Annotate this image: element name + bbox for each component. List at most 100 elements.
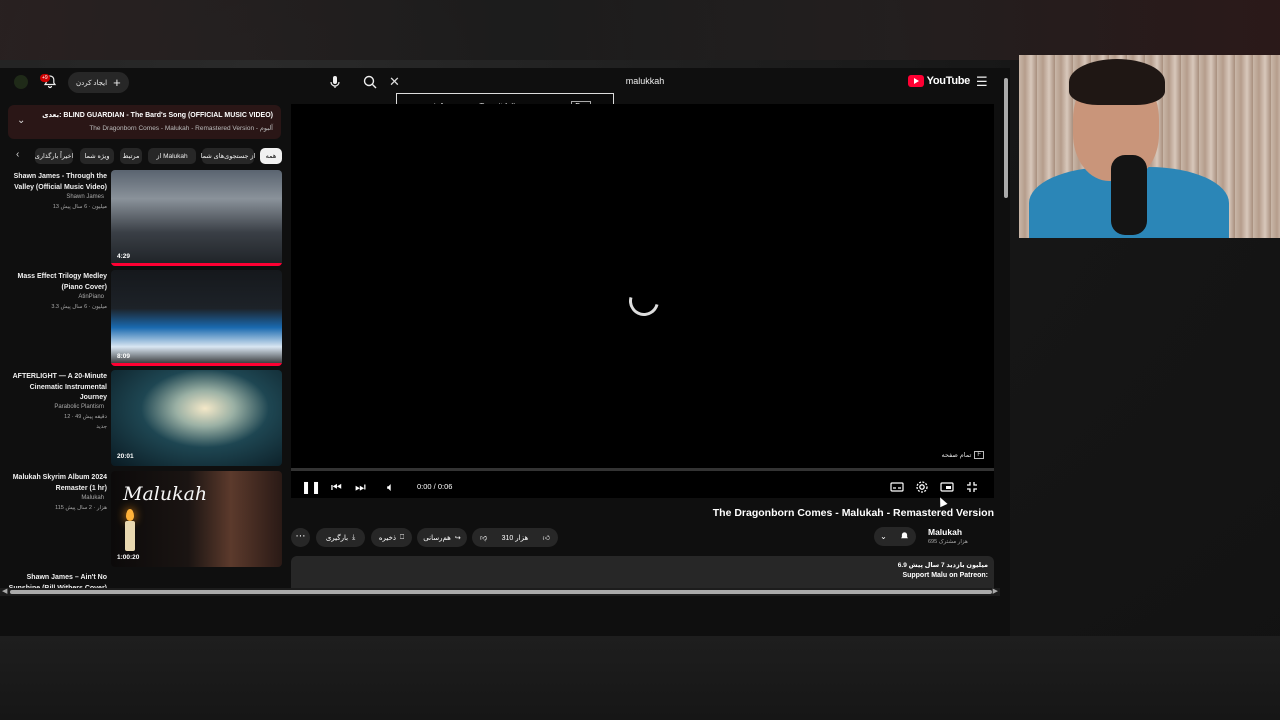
- scroll-right-icon[interactable]: ▶: [993, 587, 998, 595]
- search-icon[interactable]: [362, 74, 378, 90]
- duration-badge: 20:01: [117, 453, 134, 460]
- playlist-card[interactable]: ⌄ بعدی: BLIND GUARDIAN - The Bard's Song…: [8, 105, 281, 139]
- channel-name[interactable]: AtinPiano: [8, 294, 104, 300]
- description-text: Support Malu on Patreon:: [902, 572, 988, 579]
- subtitles-icon[interactable]: [889, 479, 905, 495]
- background-bottom: [0, 636, 1280, 720]
- chevron-down-icon: ⌄: [880, 532, 887, 541]
- list-item[interactable]: 8:09 Mass Effect Trilogy Medley (Piano C…: [8, 270, 283, 366]
- video-title[interactable]: AFTERLIGHT — A 20-Minute Cinematic Instr…: [8, 372, 107, 404]
- video-thumbnail[interactable]: Malukah 1:00:20: [111, 471, 282, 567]
- microphone-icon[interactable]: [327, 74, 343, 90]
- chevron-left-icon[interactable]: ‹: [16, 149, 19, 160]
- download-label: بارگیری: [325, 534, 349, 542]
- channel-name[interactable]: Shawn James: [8, 194, 104, 200]
- thumbnail-logo-lettering: Malukah: [123, 483, 208, 505]
- duration-badge: 4:29: [117, 253, 131, 260]
- view-count: 6.9 میلیون بازدید 7 سال پیش: [897, 562, 988, 569]
- video-title[interactable]: Shawn James - Through the Valley (Offici…: [8, 172, 107, 193]
- time-display: 0:00 / 0:06: [417, 482, 453, 491]
- create-button[interactable]: ایجاد کردن +: [68, 72, 129, 93]
- scroll-left-icon[interactable]: ◀: [2, 587, 7, 595]
- save-button[interactable]: ذخیره ⎕: [371, 528, 412, 547]
- previous-icon[interactable]: ⏮: [331, 479, 342, 495]
- share-icon: ↪: [454, 534, 461, 542]
- youtube-play-icon: [907, 75, 924, 87]
- chevron-down-icon[interactable]: ⌄: [17, 115, 25, 126]
- like-count[interactable]: 310 هزار: [502, 534, 529, 542]
- list-item[interactable]: 20:01 AFTERLIGHT — A 20-Minute Cinematic…: [8, 370, 283, 466]
- fullscreen-hint: تمام صفحه F: [941, 451, 984, 459]
- save-label: ذخیره: [378, 534, 396, 542]
- like-icon[interactable]: 👍︎: [543, 533, 550, 542]
- progress-bar[interactable]: [291, 468, 994, 471]
- playlist-subtitle: The Dragonborn Comes - Malukah - Remaste…: [89, 125, 273, 132]
- fullscreen-hint-label: تمام صفحه: [941, 452, 972, 459]
- clear-search-icon[interactable]: ✕: [389, 74, 400, 90]
- search-input[interactable]: malukkah: [605, 76, 685, 86]
- chip-related[interactable]: مرتبط: [120, 148, 142, 164]
- youtube-logo[interactable]: YouTube: [907, 75, 971, 87]
- video-meta: 12 · 49 دقیقه پیش: [64, 414, 107, 420]
- chip-all[interactable]: همه: [260, 148, 282, 164]
- chip-from-searches[interactable]: از جستجوی‌های شما: [201, 148, 255, 164]
- candle-image: [125, 521, 135, 551]
- plus-icon: +: [113, 74, 121, 90]
- video-title[interactable]: Malukah Skyrim Album 2024 Remaster (1 hr…: [8, 473, 107, 494]
- hamburger-menu-icon[interactable]: ☰: [976, 75, 988, 89]
- player-controls: ❚❚ ⏮ ⏭ 🔈︎ 0:00 / 0:06: [291, 476, 994, 498]
- chip-for-you[interactable]: ویژه شما: [80, 148, 114, 164]
- chip-from-malukah[interactable]: از Malukah: [148, 148, 196, 164]
- video-thumbnail[interactable]: 20:01: [111, 370, 282, 466]
- next-icon[interactable]: ⏭: [355, 479, 366, 495]
- list-item[interactable]: Malukah 1:00:20 Malukah Skyrim Album 202…: [8, 471, 283, 567]
- webcam-overlay: [1019, 55, 1280, 238]
- share-button[interactable]: هم‌رسانی ↪: [417, 528, 467, 547]
- chip-recent[interactable]: اخیراً بارگذاری: [35, 148, 73, 164]
- video-title-main: The Dragonborn Comes - Malukah - Remaste…: [712, 507, 994, 519]
- create-label: ایجاد کردن: [76, 79, 108, 87]
- notification-badge: +9: [40, 74, 50, 82]
- horizontal-scrollbar-thumb[interactable]: [10, 590, 992, 594]
- webcam-person-hair: [1069, 59, 1165, 105]
- bookmark-icon: ⎕: [399, 533, 405, 541]
- subscriber-count: 695 هزار مشترک: [928, 539, 968, 545]
- loading-spinner-icon: [623, 280, 665, 322]
- video-title[interactable]: Mass Effect Trilogy Medley (Piano Cover): [8, 272, 107, 293]
- more-actions-button[interactable]: ⋯: [291, 528, 310, 547]
- list-item[interactable]: 4:29 Shawn James - Through the Valley (O…: [8, 170, 283, 266]
- youtube-logo-text: YouTube: [926, 75, 971, 87]
- youtube-screen: +9 ایجاد کردن + ✕ malukkah YouTube ☰ you…: [0, 68, 1010, 636]
- duration-badge: 8:09: [117, 353, 131, 360]
- subscribe-bell-button[interactable]: ⌄: [874, 527, 916, 546]
- watch-progress-bar: [111, 363, 282, 366]
- channel-name[interactable]: Parabolic Plantism: [8, 404, 104, 410]
- fullscreen-key: F: [974, 451, 984, 459]
- share-label: هم‌رسانی: [423, 534, 451, 542]
- video-thumbnail[interactable]: 4:29: [111, 170, 282, 266]
- filter-chips: ‹ اخیراً بارگذاری ویژه شما مرتبط از Malu…: [10, 148, 282, 164]
- new-badge: جدید: [96, 424, 107, 430]
- video-meta: 3.3 میلیون · 6 سال پیش: [51, 304, 107, 310]
- download-button[interactable]: بارگیری ⤓: [316, 528, 365, 547]
- video-meta: 115 هزار · 2 سال پیش: [55, 505, 107, 511]
- webcam-microphone: [1111, 155, 1147, 235]
- avatar[interactable]: [14, 75, 28, 89]
- dislike-icon[interactable]: 👎︎: [480, 533, 487, 542]
- channel-name[interactable]: Malukah: [8, 495, 104, 501]
- horizontal-scrollbar[interactable]: ◀ ▶: [0, 588, 1000, 596]
- video-player[interactable]: تمام صفحه F ❚❚ ⏮ ⏭ 🔈︎ 0:00 / 0:06: [291, 104, 994, 498]
- background-top: [0, 0, 1280, 60]
- pause-icon[interactable]: ❚❚: [301, 479, 321, 495]
- vertical-scrollbar[interactable]: [1003, 68, 1009, 588]
- vertical-scrollbar-thumb[interactable]: [1004, 78, 1008, 198]
- video-thumbnail[interactable]: 8:09: [111, 270, 282, 366]
- like-dislike-group: 👎︎ 310 هزار 👍︎: [472, 528, 558, 547]
- channel-name[interactable]: Malukah: [928, 527, 962, 537]
- playlist-title: بعدی: BLIND GUARDIAN - The Bard's Song (…: [42, 112, 273, 119]
- exit-fullscreen-icon[interactable]: [964, 479, 980, 495]
- volume-icon[interactable]: 🔈︎: [387, 479, 394, 495]
- theater-mode-icon[interactable]: [939, 479, 955, 495]
- settings-gear-icon[interactable]: [914, 479, 930, 495]
- download-icon: ⤓: [352, 533, 356, 541]
